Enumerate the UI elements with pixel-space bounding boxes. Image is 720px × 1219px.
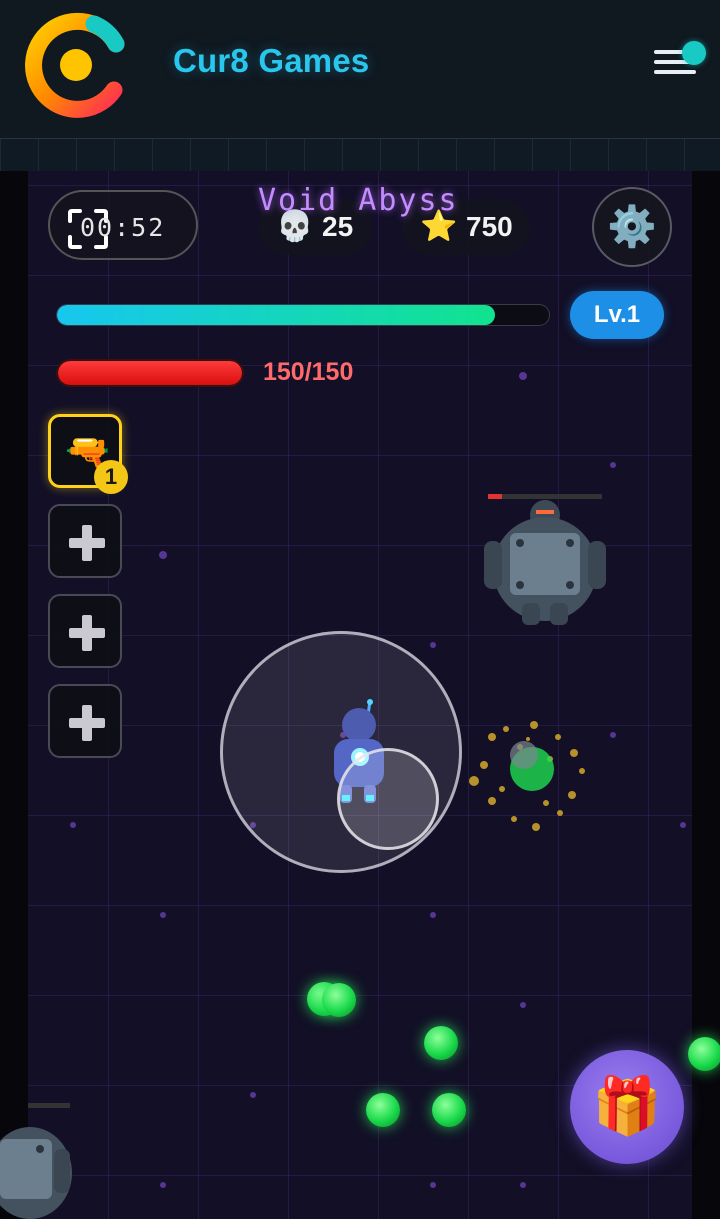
cur8-logo-icon[interactable] bbox=[24, 12, 126, 118]
gear-icon: ⚙️ bbox=[607, 205, 657, 249]
brand-name[interactable]: Cur8 Games bbox=[173, 42, 369, 80]
xp-orb bbox=[424, 1026, 458, 1060]
joystick-base[interactable] bbox=[220, 631, 462, 873]
plus-icon bbox=[67, 613, 107, 653]
header-divider-strip bbox=[0, 139, 720, 171]
robot-enemy bbox=[484, 500, 606, 625]
app-header: Cur8 Games bbox=[0, 0, 720, 139]
xp-orb bbox=[322, 983, 356, 1017]
weapon-level-badge: 1 bbox=[94, 460, 128, 494]
game-canvas[interactable]: 00:52 💀 25 ⭐ 750 Void Abyss ⚙️ Lv.1 150/… bbox=[0, 171, 720, 1219]
weapon-slot-empty[interactable] bbox=[48, 504, 122, 578]
plus-icon bbox=[67, 523, 107, 563]
stage-title: Void Abyss bbox=[258, 183, 459, 218]
explosion-debris bbox=[469, 721, 585, 831]
plus-icon bbox=[67, 703, 107, 743]
health-value: 150/150 bbox=[263, 358, 354, 386]
robot-enemy bbox=[0, 1127, 72, 1219]
timer-value: 00:52 bbox=[80, 213, 166, 242]
xp-orb bbox=[688, 1037, 720, 1071]
weapon-slot-empty[interactable] bbox=[48, 684, 122, 758]
gift-icon: 🎁 bbox=[592, 1074, 662, 1137]
settings-button[interactable]: ⚙️ bbox=[592, 187, 672, 267]
weapon-slot-empty[interactable] bbox=[48, 594, 122, 668]
enemy-health-bar bbox=[28, 1103, 70, 1108]
score-value: 750 bbox=[466, 211, 513, 242]
xp-bar bbox=[56, 304, 550, 326]
xp-orb bbox=[432, 1093, 466, 1127]
health-bar-fill bbox=[58, 361, 242, 385]
level-badge: Lv.1 bbox=[570, 291, 664, 339]
xp-bar-fill bbox=[57, 305, 495, 325]
joystick-thumb[interactable] bbox=[337, 748, 439, 850]
xp-orb bbox=[366, 1093, 400, 1127]
health-bar bbox=[56, 359, 244, 387]
gift-button[interactable]: 🎁 bbox=[570, 1050, 684, 1164]
notification-dot bbox=[682, 41, 706, 65]
